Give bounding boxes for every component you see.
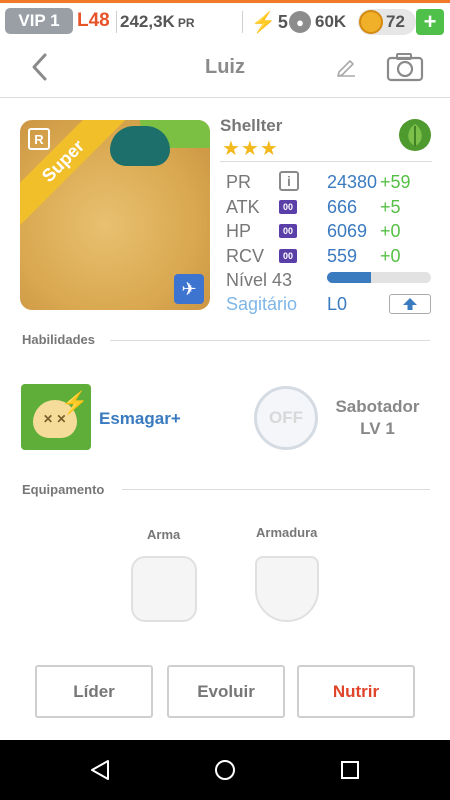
stat-label-rcv: RCV bbox=[226, 246, 265, 266]
star-rating: ★★★ bbox=[222, 138, 279, 160]
divider bbox=[122, 489, 430, 490]
system-navigation-bar bbox=[0, 740, 450, 800]
status-bar: VIP 1 L48 242,3K PR ⚡ 5 ● 60K 72 + bbox=[0, 0, 450, 38]
page-header: Luiz bbox=[0, 38, 450, 98]
stat-label-hp: HP bbox=[226, 221, 252, 241]
weapon-slot[interactable] bbox=[131, 556, 197, 622]
stat-badge-hp: 00 bbox=[279, 224, 297, 238]
divider bbox=[116, 11, 117, 33]
stat-bonus-hp: +0 bbox=[380, 221, 401, 241]
paw-points-value: 60K bbox=[315, 12, 347, 31]
coin-value: 72 bbox=[386, 12, 405, 31]
home-circle-icon[interactable] bbox=[213, 758, 237, 782]
power-unit: PR bbox=[177, 16, 195, 30]
back-triangle-icon[interactable] bbox=[88, 758, 112, 782]
feed-button[interactable]: Nutrir bbox=[297, 665, 415, 718]
constellation-level: L0 bbox=[327, 294, 348, 314]
constellation-link[interactable]: Sagitário bbox=[226, 294, 297, 315]
monster-level: Nível 43 bbox=[226, 270, 293, 290]
rank-badge: R bbox=[28, 128, 50, 150]
vip-badge[interactable]: VIP 1 bbox=[5, 8, 73, 34]
monster-sprite bbox=[110, 126, 170, 166]
coin-counter[interactable]: 72 bbox=[358, 9, 416, 35]
player-power: 242,3K PR bbox=[120, 12, 195, 32]
stat-bonus-rcv: +0 bbox=[380, 246, 401, 266]
stat-label-pr: PR bbox=[226, 172, 252, 192]
xp-progress-bar bbox=[327, 272, 431, 283]
stat-value-atk: 666 bbox=[327, 197, 358, 217]
xp-progress-fill bbox=[327, 272, 371, 283]
divider bbox=[220, 161, 432, 162]
camera-icon[interactable] bbox=[386, 52, 424, 82]
evolve-button[interactable]: Evoluir bbox=[167, 665, 285, 718]
stat-bonus-pr: +59 bbox=[380, 172, 411, 192]
stat-badge-rcv: 00 bbox=[279, 249, 297, 263]
passive-skill-level: LV 1 bbox=[360, 419, 395, 438]
weapon-label: Arma bbox=[147, 527, 181, 542]
upgrade-button[interactable] bbox=[389, 294, 431, 314]
paw-icon: ● bbox=[289, 11, 311, 33]
skill-icon[interactable]: ⚡ ✕ ✕ bbox=[21, 384, 91, 450]
stat-value-rcv: 559 bbox=[327, 246, 358, 266]
stat-value-hp: 6069 bbox=[327, 221, 368, 241]
pencil-icon[interactable] bbox=[335, 55, 357, 77]
add-coins-button[interactable]: + bbox=[416, 9, 444, 35]
leaf-icon bbox=[399, 119, 431, 151]
passive-skill-name: Sabotador bbox=[335, 397, 420, 416]
leader-button[interactable]: Líder bbox=[35, 665, 153, 718]
paw-points-counter[interactable]: ● 60K bbox=[289, 11, 346, 33]
stat-label-atk: ATK bbox=[226, 197, 260, 217]
monster-species: Shellter bbox=[220, 116, 283, 135]
energy-counter[interactable]: ⚡ 5 bbox=[251, 10, 288, 35]
power-value: 242,3K bbox=[120, 12, 175, 31]
passive-skill-icon[interactable]: OFF bbox=[254, 386, 318, 450]
lightning-icon: ⚡ bbox=[251, 12, 276, 34]
section-heading-equipment: Equipamento bbox=[22, 482, 105, 497]
armor-slot[interactable] bbox=[255, 556, 319, 622]
passive-skill-info: Sabotador LV 1 bbox=[320, 396, 435, 440]
creature-face: ✕ ✕ bbox=[43, 412, 67, 426]
divider bbox=[242, 11, 243, 33]
coin-icon bbox=[359, 10, 383, 34]
info-icon[interactable]: i bbox=[279, 171, 299, 191]
armor-label: Armadura bbox=[256, 525, 318, 540]
stat-badge-atk: 00 bbox=[279, 200, 297, 214]
skill-name[interactable]: Esmagar+ bbox=[99, 409, 181, 429]
divider bbox=[110, 340, 430, 341]
page-title: Luiz bbox=[205, 56, 245, 78]
section-heading-abilities: Habilidades bbox=[22, 332, 95, 347]
player-level: L48 bbox=[77, 10, 110, 31]
stat-value-pr: 24380 bbox=[327, 172, 378, 192]
recents-square-icon[interactable] bbox=[338, 758, 362, 782]
monster-portrait[interactable]: Super R ✈ bbox=[20, 120, 210, 310]
energy-value: 5 bbox=[277, 12, 288, 32]
plane-icon: ✈ bbox=[174, 274, 204, 304]
stat-bonus-atk: +5 bbox=[380, 197, 401, 217]
arrow-up-icon bbox=[403, 298, 417, 310]
